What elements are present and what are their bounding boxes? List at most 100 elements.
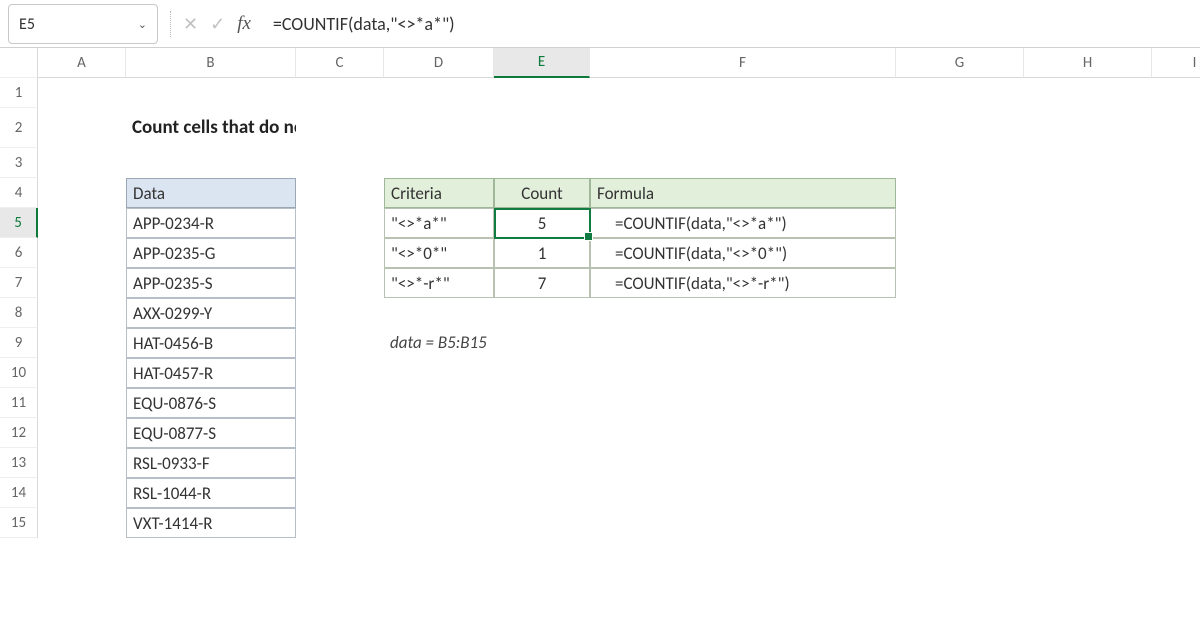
cell[interactable]: [494, 418, 590, 448]
cell[interactable]: [1024, 108, 1152, 148]
title-cell[interactable]: Count cells that do not contain: [126, 108, 296, 148]
cell[interactable]: [1024, 478, 1152, 508]
column-header[interactable]: H: [1024, 48, 1152, 78]
cell[interactable]: [296, 508, 384, 538]
cell[interactable]: [1152, 478, 1200, 508]
row-header[interactable]: 4: [0, 178, 38, 208]
cell[interactable]: [590, 508, 896, 538]
formula-cell[interactable]: =COUNTIF(data,"<>*0*"): [590, 238, 896, 268]
cell[interactable]: [1024, 418, 1152, 448]
cell[interactable]: [1024, 78, 1152, 108]
cell[interactable]: [384, 298, 494, 328]
cell[interactable]: [590, 298, 896, 328]
name-box[interactable]: E5 ⌄: [8, 4, 158, 44]
cell[interactable]: [494, 108, 590, 148]
cell[interactable]: [494, 148, 590, 178]
cell[interactable]: [38, 268, 126, 298]
cell[interactable]: [384, 418, 494, 448]
cell[interactable]: [38, 238, 126, 268]
cell[interactable]: [1152, 328, 1200, 358]
criteria-cell[interactable]: "<>*0*": [384, 238, 494, 268]
criteria-cell[interactable]: "<>*a*": [384, 208, 494, 238]
cell[interactable]: [1152, 448, 1200, 478]
row-header[interactable]: 8: [0, 298, 38, 328]
row-header[interactable]: 2: [0, 108, 38, 148]
formula-cell[interactable]: =COUNTIF(data,"<>*a*"): [590, 208, 896, 238]
column-header[interactable]: A: [38, 48, 126, 78]
formula-cell[interactable]: =COUNTIF(data,"<>*-r*"): [590, 268, 896, 298]
data-header-cell[interactable]: Data: [126, 178, 296, 208]
cell[interactable]: [126, 148, 296, 178]
row-header[interactable]: 1: [0, 78, 38, 108]
row-header[interactable]: 15: [0, 508, 38, 538]
cell[interactable]: [896, 358, 1024, 388]
cell[interactable]: [896, 298, 1024, 328]
cell[interactable]: [494, 478, 590, 508]
cell[interactable]: [590, 448, 896, 478]
cell[interactable]: [1024, 508, 1152, 538]
cell[interactable]: [590, 358, 896, 388]
cell[interactable]: [296, 148, 384, 178]
cell[interactable]: [896, 508, 1024, 538]
cell[interactable]: [1024, 268, 1152, 298]
data-cell[interactable]: APP-0234-R: [126, 208, 296, 238]
cell[interactable]: [296, 108, 384, 148]
data-cell[interactable]: AXX-0299-Y: [126, 298, 296, 328]
cell[interactable]: [1024, 148, 1152, 178]
data-cell[interactable]: APP-0235-G: [126, 238, 296, 268]
row-header[interactable]: 12: [0, 418, 38, 448]
cell[interactable]: [896, 238, 1024, 268]
cell[interactable]: [494, 388, 590, 418]
cell[interactable]: [296, 78, 384, 108]
cell[interactable]: [384, 388, 494, 418]
cell[interactable]: [590, 478, 896, 508]
column-header[interactable]: B: [126, 48, 296, 78]
column-header[interactable]: E: [494, 48, 590, 78]
row-header[interactable]: 14: [0, 478, 38, 508]
cell[interactable]: [384, 478, 494, 508]
cell[interactable]: [38, 108, 126, 148]
count-cell[interactable]: 7: [494, 268, 590, 298]
cell[interactable]: [1152, 78, 1200, 108]
cell[interactable]: [38, 358, 126, 388]
cell[interactable]: [1024, 208, 1152, 238]
column-header[interactable]: C: [296, 48, 384, 78]
cell[interactable]: [896, 268, 1024, 298]
cell[interactable]: [384, 148, 494, 178]
cell[interactable]: [494, 508, 590, 538]
cell[interactable]: [896, 108, 1024, 148]
cell[interactable]: [896, 328, 1024, 358]
cell[interactable]: [38, 448, 126, 478]
cell[interactable]: [384, 108, 494, 148]
cell[interactable]: [1024, 358, 1152, 388]
cell[interactable]: [1024, 328, 1152, 358]
cell[interactable]: [494, 328, 590, 358]
cell[interactable]: [896, 418, 1024, 448]
cell[interactable]: [296, 388, 384, 418]
confirm-icon[interactable]: ✓: [210, 13, 225, 35]
named-range-note[interactable]: data = B5:B15: [384, 328, 494, 358]
cell[interactable]: [896, 208, 1024, 238]
criteria-header-cell[interactable]: Criteria: [384, 178, 494, 208]
column-header[interactable]: G: [896, 48, 1024, 78]
cell[interactable]: [38, 78, 126, 108]
cell[interactable]: [1152, 268, 1200, 298]
cell[interactable]: [494, 78, 590, 108]
data-cell[interactable]: APP-0235-S: [126, 268, 296, 298]
cell[interactable]: [296, 238, 384, 268]
cell[interactable]: [896, 448, 1024, 478]
row-header[interactable]: 7: [0, 268, 38, 298]
cell[interactable]: [384, 78, 494, 108]
count-cell[interactable]: 5: [494, 208, 590, 238]
cell[interactable]: [1152, 208, 1200, 238]
cell[interactable]: [590, 328, 896, 358]
chevron-down-icon[interactable]: ⌄: [138, 18, 147, 31]
cell[interactable]: [296, 478, 384, 508]
column-header[interactable]: F: [590, 48, 896, 78]
cell[interactable]: [1152, 418, 1200, 448]
cell[interactable]: [38, 148, 126, 178]
cell[interactable]: [1152, 178, 1200, 208]
count-cell[interactable]: 1: [494, 238, 590, 268]
cancel-icon[interactable]: ✕: [183, 13, 198, 35]
cell[interactable]: [38, 208, 126, 238]
